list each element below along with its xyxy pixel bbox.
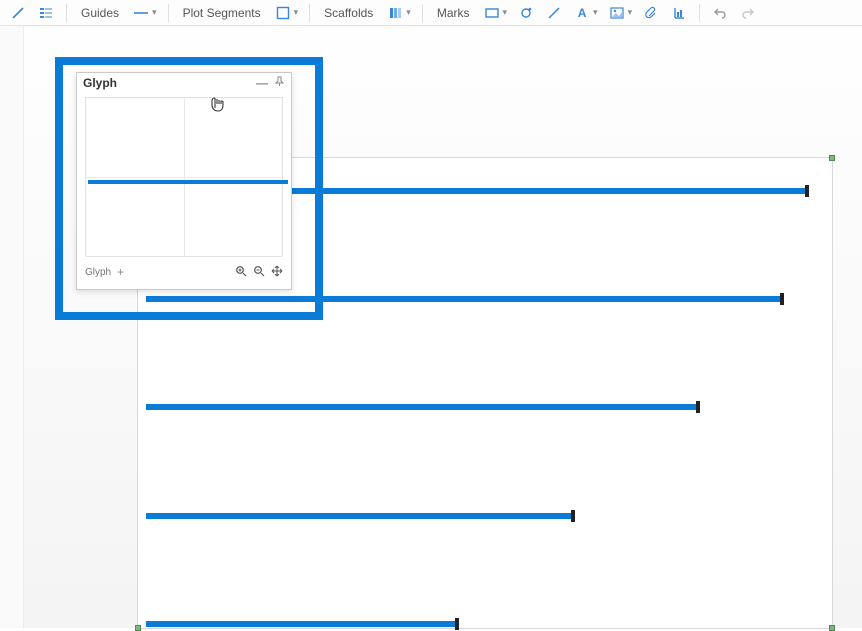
rectangle-icon [483, 4, 501, 22]
line-icon [545, 4, 563, 22]
resize-handle-sw[interactable] [135, 625, 141, 631]
separator [66, 4, 67, 22]
chevron-down-icon: ▾ [593, 7, 598, 18]
data-bar[interactable] [146, 296, 782, 302]
data-bar-end-handle[interactable] [805, 185, 809, 197]
mark-text-button[interactable]: A ▾ [570, 2, 601, 24]
toolbar: Guides ▾ Plot Segments ▾ Scaffolds ▾ Mar… [0, 0, 862, 26]
chevron-down-icon: ▾ [406, 7, 411, 18]
text-icon: A [573, 4, 591, 22]
mark-symbol-button[interactable] [514, 2, 538, 24]
glyph-panel-title: Glyph [83, 76, 117, 90]
glyph-editor-area[interactable] [85, 97, 283, 257]
guide-horizontal-button[interactable]: ▾ [129, 2, 160, 24]
symbol-icon [517, 4, 535, 22]
chevron-down-icon: ▾ [152, 7, 157, 18]
plot-segments-group-label: Plot Segments [177, 6, 267, 20]
scaffold-icon [386, 4, 404, 22]
glyph-panel[interactable]: Glyph — Glyph + [76, 72, 292, 290]
glyph-guide-h [86, 177, 282, 178]
mark-data-axis-button[interactable] [667, 2, 691, 24]
resize-handle-se[interactable] [829, 625, 835, 631]
link-tool-button[interactable] [6, 2, 30, 24]
minimize-icon[interactable]: — [256, 76, 268, 90]
glyph-tab-label[interactable]: Glyph [85, 267, 111, 278]
data-bar[interactable] [146, 621, 457, 627]
data-bar[interactable] [146, 404, 698, 410]
link-icon [9, 4, 27, 22]
guides-group-label: Guides [75, 6, 125, 20]
mark-icon-button[interactable] [639, 2, 663, 24]
scaffold-button[interactable]: ▾ [383, 2, 414, 24]
chevron-down-icon: ▾ [294, 7, 299, 18]
chevron-down-icon: ▾ [628, 7, 633, 18]
data-bar-end-handle[interactable] [696, 401, 700, 413]
marks-group-label: Marks [431, 6, 476, 20]
redo-icon [739, 4, 757, 22]
redo-button[interactable] [736, 2, 760, 24]
pan-icon[interactable] [271, 265, 283, 280]
undo-icon [711, 4, 729, 22]
data-bar-end-handle[interactable] [455, 618, 459, 630]
mark-image-button[interactable]: ▾ [605, 2, 636, 24]
add-glyph-button[interactable]: + [117, 265, 124, 279]
data-bar-end-handle[interactable] [780, 293, 784, 305]
separator [168, 4, 169, 22]
chevron-down-icon: ▾ [503, 7, 508, 18]
glyph-panel-footer: Glyph + [77, 261, 291, 283]
legend-tool-button[interactable] [34, 2, 58, 24]
separator [309, 4, 310, 22]
glyph-panel-header[interactable]: Glyph — [77, 73, 291, 93]
separator [422, 4, 423, 22]
resize-handle-ne[interactable] [829, 155, 835, 161]
zoom-in-icon[interactable] [235, 265, 247, 280]
data-bar[interactable] [146, 513, 573, 519]
separator [699, 4, 700, 22]
zoom-out-icon[interactable] [253, 265, 265, 280]
data-bar-end-handle[interactable] [571, 510, 575, 522]
legend-icon [37, 4, 55, 22]
plot-segment-region-button[interactable]: ▾ [271, 2, 302, 24]
scaffolds-group-label: Scaffolds [318, 6, 379, 20]
mark-line-button[interactable] [542, 2, 566, 24]
chart-canvas[interactable]: Glyph — Glyph + [0, 26, 862, 628]
image-icon [608, 4, 626, 22]
mark-rect-button[interactable]: ▾ [480, 2, 511, 24]
glyph-mark-bar[interactable] [88, 180, 288, 184]
region-icon [274, 4, 292, 22]
guide-line-icon [132, 4, 150, 22]
undo-button[interactable] [708, 2, 732, 24]
data-axis-icon [670, 4, 688, 22]
pin-icon[interactable] [274, 76, 285, 90]
attachment-icon [642, 4, 660, 22]
